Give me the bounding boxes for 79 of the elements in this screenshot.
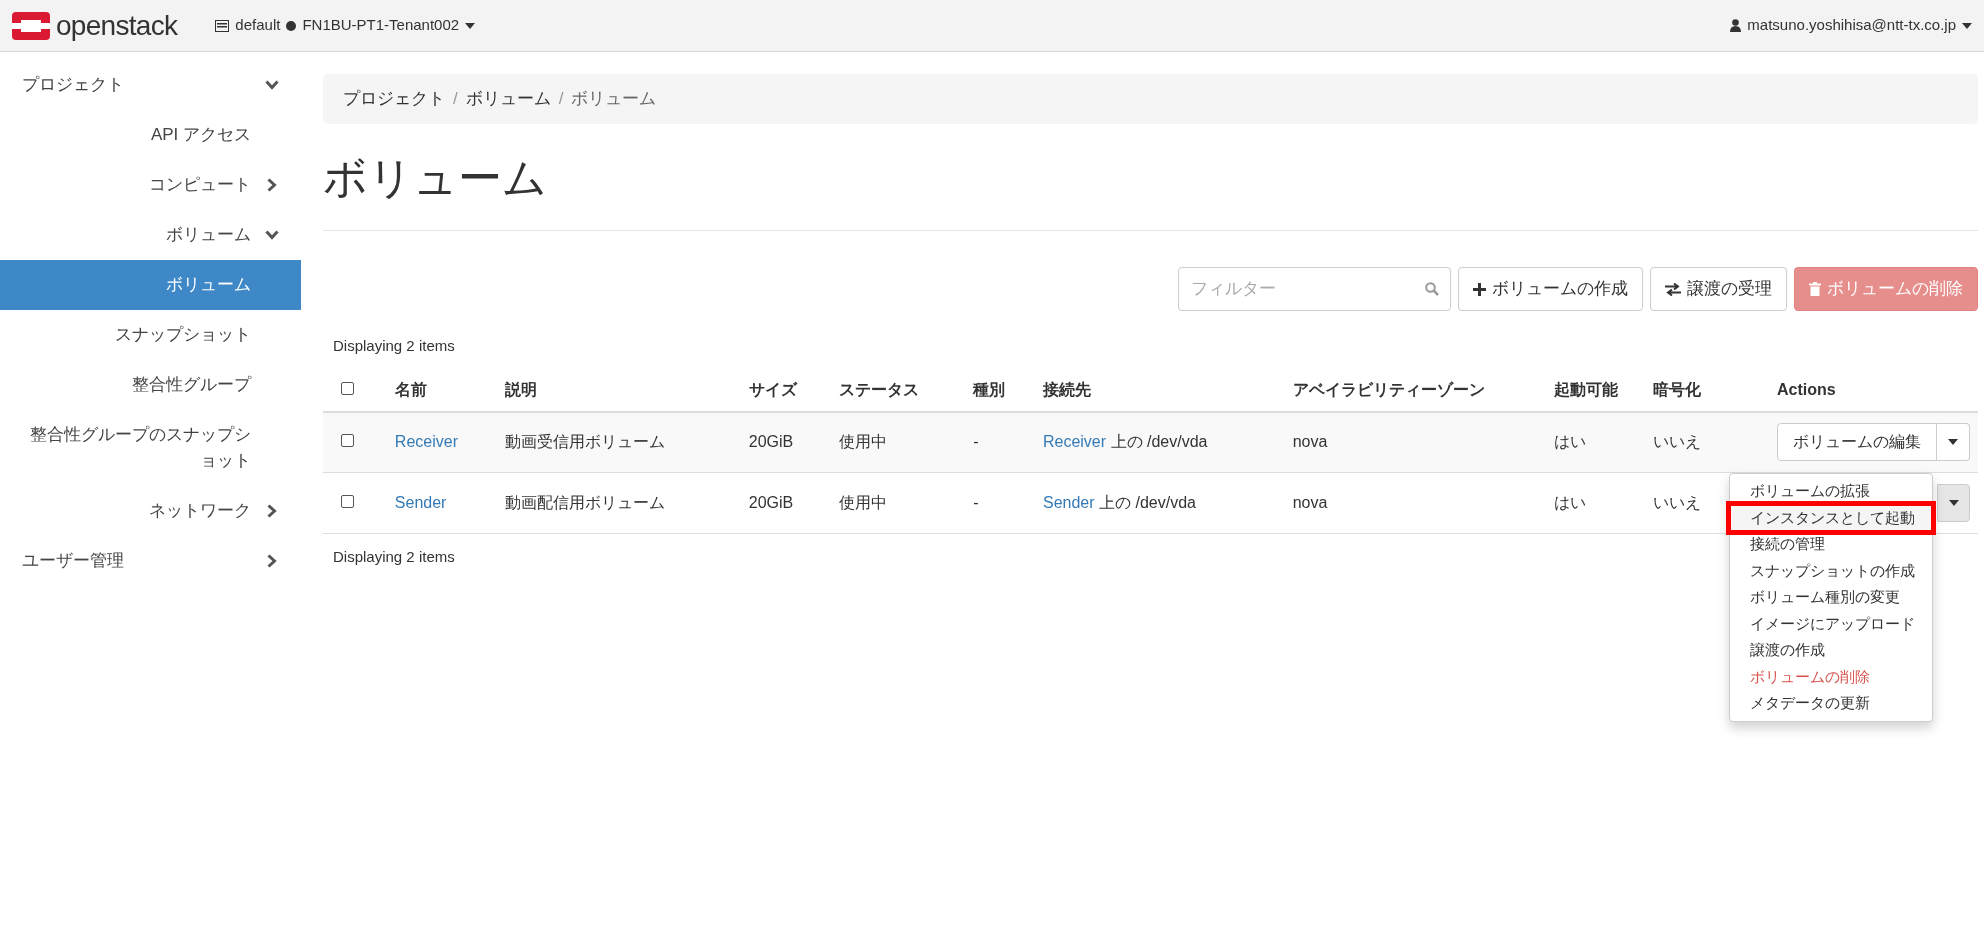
dropdown-toggle[interactable] bbox=[1937, 484, 1970, 522]
table-cell: 上の /dev/vda bbox=[1099, 494, 1196, 511]
checkbox[interactable] bbox=[341, 382, 354, 395]
column-header: アベイラビリティーゾーン bbox=[1292, 381, 1485, 398]
volume-link[interactable]: Receiver bbox=[394, 433, 458, 451]
filter-field[interactable]: フィルター bbox=[1178, 267, 1451, 311]
logo-icon[interactable] bbox=[12, 11, 50, 40]
trash-icon bbox=[1809, 282, 1821, 296]
column-header: サイズ bbox=[748, 381, 797, 398]
caret-icon bbox=[1962, 22, 1972, 29]
toolbar-button[interactable]: 譲渡の受理 bbox=[1650, 267, 1787, 311]
table-cell: いいえ bbox=[1653, 433, 1702, 451]
breadcrumb-separator: / bbox=[452, 88, 459, 111]
sidebar-item[interactable]: ユーザー管理 bbox=[0, 536, 301, 586]
table-cell: nova bbox=[1292, 433, 1328, 451]
server-icon bbox=[215, 19, 230, 32]
breadcrumb-link[interactable]: ボリューム bbox=[571, 86, 657, 112]
menu-item[interactable]: ボリュームの削除 bbox=[1730, 663, 1932, 690]
logo-text: openstack bbox=[56, 8, 178, 43]
toolbar-button[interactable]: ボリュームの作成 bbox=[1458, 267, 1643, 311]
table-cell: - bbox=[973, 494, 979, 511]
table-cell: 動画配信用ボリューム bbox=[504, 494, 665, 511]
checkbox[interactable] bbox=[341, 495, 354, 508]
sidebar-item[interactable]: ネットワーク bbox=[0, 486, 301, 536]
volume-link[interactable]: Sender bbox=[394, 494, 447, 511]
search-icon bbox=[1425, 282, 1439, 296]
dropdown-toggle[interactable] bbox=[1937, 423, 1970, 462]
menu-item[interactable]: 譲渡の作成 bbox=[1730, 637, 1932, 664]
swap-arrows-icon bbox=[1665, 282, 1681, 296]
instance-link[interactable]: Receiver bbox=[1042, 433, 1107, 451]
menu-item[interactable]: 接続の管理 bbox=[1730, 531, 1932, 558]
menu-item[interactable]: ボリューム種別の変更 bbox=[1730, 584, 1932, 611]
caret-icon bbox=[1948, 439, 1958, 446]
column-header: 種別 bbox=[973, 381, 1006, 398]
table-cell: 上の /dev/vda bbox=[1110, 433, 1208, 451]
edit-volume-button[interactable]: ボリュームの編集 bbox=[1777, 423, 1937, 462]
sidebar-item[interactable]: API アクセス bbox=[0, 110, 301, 160]
user-menu[interactable]: matsuno.yoshihisa@ntt-tx.co.jp bbox=[1730, 14, 1972, 37]
menu-item[interactable]: イメージにアップロード bbox=[1730, 610, 1932, 637]
column-header: 説明 bbox=[504, 381, 537, 398]
sidebar-item[interactable]: コンピュート bbox=[0, 160, 301, 210]
table-cell: 20GiB bbox=[748, 433, 794, 451]
menu-item[interactable]: スナップショットの作成 bbox=[1730, 557, 1932, 584]
table-cell: 動画受信用ボリューム bbox=[504, 433, 665, 451]
instance-link[interactable]: Sender bbox=[1042, 494, 1095, 511]
table-cell: 20GiB bbox=[748, 494, 794, 511]
caret-icon bbox=[465, 22, 476, 29]
table-cell: はい bbox=[1553, 494, 1586, 511]
column-header: 起動可能 bbox=[1553, 381, 1618, 398]
column-header: ステータス bbox=[838, 381, 919, 398]
column-header: 暗号化 bbox=[1653, 381, 1702, 398]
column-header: 名前 bbox=[394, 381, 427, 398]
user-icon bbox=[1730, 19, 1742, 32]
caret-icon bbox=[1948, 500, 1959, 506]
table-cell: 使用中 bbox=[838, 433, 887, 451]
sidebar-item[interactable]: プロジェクト bbox=[0, 60, 301, 110]
column-header: Actions bbox=[1777, 381, 1836, 398]
plus-icon bbox=[1473, 282, 1486, 296]
breadcrumb-link[interactable]: プロジェクト bbox=[343, 86, 445, 112]
breadcrumb-link[interactable]: ボリューム bbox=[465, 86, 551, 112]
column-header: 接続先 bbox=[1042, 381, 1091, 398]
item-count: Displaying 2 items bbox=[332, 547, 456, 567]
table-cell: - bbox=[973, 433, 979, 451]
sidebar-item[interactable]: 整合性グループのスナップショット bbox=[0, 410, 301, 486]
menu-item[interactable]: メタデータの更新 bbox=[1730, 690, 1932, 717]
sidebar-item[interactable]: スナップショット bbox=[0, 310, 301, 360]
checkbox[interactable] bbox=[341, 434, 354, 448]
table-cell: はい bbox=[1553, 433, 1586, 451]
page-title: ボリューム bbox=[323, 156, 548, 200]
menu-item[interactable]: ボリュームの拡張 bbox=[1730, 478, 1932, 505]
sidebar-item[interactable]: 整合性グループ bbox=[0, 360, 301, 410]
breadcrumb-separator: / bbox=[557, 88, 565, 111]
table-cell: nova bbox=[1292, 494, 1328, 511]
item-count: Displaying 2 items bbox=[332, 336, 456, 356]
sidebar-item[interactable]: ボリューム bbox=[0, 210, 301, 260]
project-dropdown[interactable]: default FN1BU-PT1-Tenant002 bbox=[215, 14, 476, 37]
table-cell: いいえ bbox=[1653, 494, 1702, 511]
table-cell: 使用中 bbox=[838, 494, 887, 511]
sidebar-item[interactable]: ボリューム bbox=[0, 260, 301, 310]
